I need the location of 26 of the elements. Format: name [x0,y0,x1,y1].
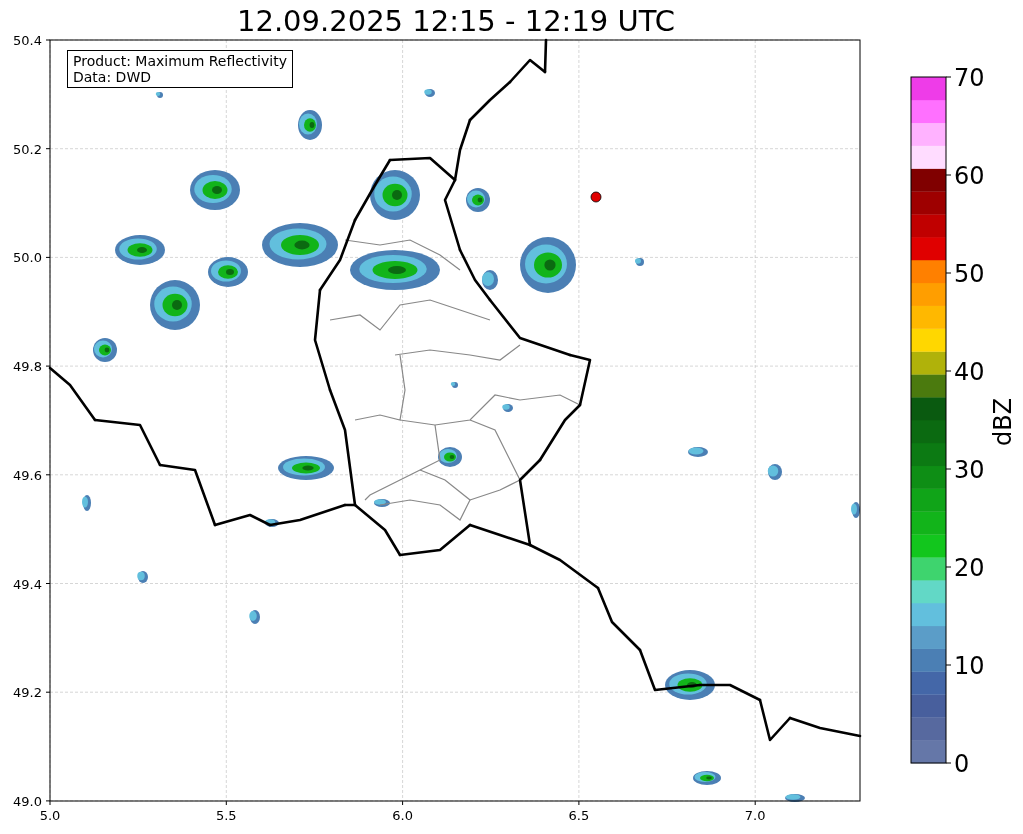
axis-tick-label: 50.4 [13,33,42,48]
location-dot [590,191,602,203]
colorbar-tick-label: 50 [954,260,985,288]
info-text: Product: Maximum Reflectivity [73,53,287,69]
axis-tick-label: 5.0 [39,808,61,823]
axis-tick-label: 49.6 [13,467,42,483]
axis-tick-label: 5.5 [215,808,237,823]
colorbar-tick-label: 20 [954,554,985,582]
colorbar-tick-label: 70 [954,64,985,92]
colorbar-tick-label: 30 [954,456,985,484]
axis-tick-label: 6.5 [568,808,590,823]
colorbar-tick-label: 0 [954,750,970,778]
axis-tick-label: 7.0 [744,808,766,823]
axis-tick-label: 49.4 [13,576,42,592]
colorbar-tick-label: 10 [954,652,985,680]
colorbar-tick-label: 60 [954,162,985,190]
colorbar-tick-label: 40 [954,358,985,386]
info-text: Data: DWD [73,69,152,85]
colorbar-label: dBZ [989,397,1017,447]
axis-tick-label: 49.0 [13,793,42,809]
axis-tick-label: 50.2 [13,141,42,157]
axis-tick-label: 6.0 [392,808,413,823]
axis-tick-label: 49.8 [13,359,42,375]
axis-tick-label: 49.2 [13,685,42,701]
chart-title: 12.09.2025 12:15 - 12:19 UTC [237,4,675,38]
axis-tick-label: 50.0 [13,250,42,266]
